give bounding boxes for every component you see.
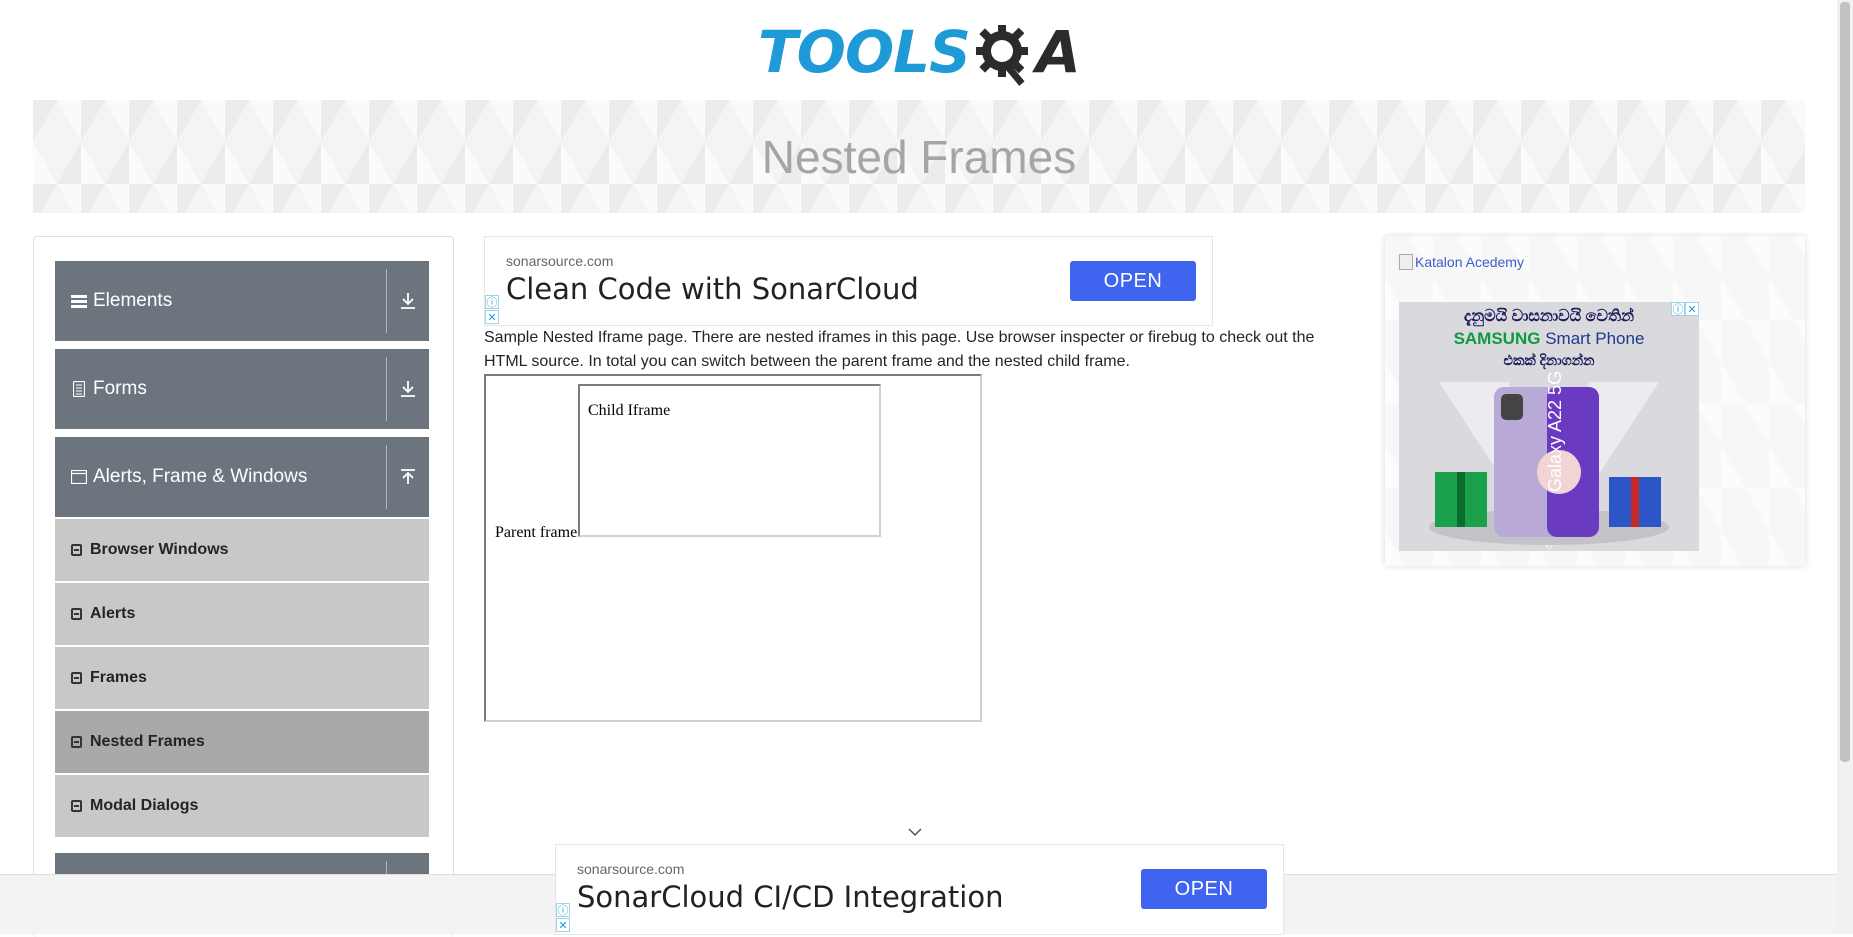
parent-iframe[interactable]: Parent frame Child Iframe [484,374,982,722]
chevron-down-icon[interactable] [908,824,922,840]
sidebar-group-forms[interactable]: Forms [55,349,429,429]
scrollbar-thumb[interactable] [1840,2,1850,762]
list-icon [71,293,87,309]
sidebar-item-label: Modal Dialogs [90,797,199,814]
parent-frame-label: Parent frame [495,524,578,541]
ad-info-icon[interactable]: ⓘ [556,903,570,917]
html5-icon [71,544,82,556]
ad-banner-top[interactable]: sonarsource.com Clean Code with SonarClo… [484,236,1213,326]
logo-text-qa: A [1035,18,1081,86]
child-frame-label: Child Iframe [588,402,671,419]
ad-domain: sonarsource.com [506,253,614,269]
sidebar-group-alerts-frame-windows[interactable]: Alerts, Frame & Windows [55,437,429,517]
ad-banner-bottom[interactable]: sonarsource.com SonarCloud CI/CD Integra… [555,844,1284,935]
ad-info-icon[interactable]: ⓘ [485,295,499,309]
sidebar-item-label: Browser Windows [90,541,229,558]
samsung-phone-label: Galaxy A22 5G [1545,371,1565,492]
page-title: Nested Frames [761,130,1077,183]
download-arrow-icon[interactable] [387,261,429,341]
sidebar-item-label: Nested Frames [90,733,205,750]
sidebar-item-alerts[interactable]: Alerts [55,583,429,645]
document-icon [71,381,87,397]
samsung-ad[interactable]: දැනුමයි වාසනාවයි වෙතින් SAMSUNG Smart Ph… [1399,302,1699,551]
katalon-ad-alt: Katalon Acedemy [1415,254,1524,270]
html5-icon [71,608,82,620]
gear-magnifier-icon [972,21,1034,86]
ad-close-icon[interactable]: ✕ [1685,302,1699,316]
sidebar-item-label: Frames [90,669,147,686]
scrollbar[interactable] [1837,0,1853,933]
sidebar-item-nested-frames[interactable]: Nested Frames [55,711,429,773]
ad-close-icon[interactable]: ✕ [556,918,570,932]
sidebar-item-frames[interactable]: Frames [55,647,429,709]
ad-domain: sonarsource.com [577,861,685,877]
sidebar-group-label: Alerts, Frame & Windows [93,466,308,487]
ad-open-button[interactable]: OPEN [1141,869,1267,909]
ad-sidebar-right: Katalon Acedemy දැනුමයි වාසනාවයි වෙතින් … [1385,236,1805,566]
ad-info-icon[interactable]: ⓘ [1671,302,1685,316]
sidebar-group-label: Forms [93,378,147,399]
ad-title[interactable]: Clean Code with SonarCloud [506,272,919,306]
sidebar-item-label: Alerts [90,605,136,622]
samsung-ad-graphic: Galaxy A22 5G [1429,371,1669,551]
child-iframe[interactable]: Child Iframe [578,384,881,537]
toolsqa-logo[interactable]: TOOLS A [758,14,1081,90]
download-arrow-icon[interactable] [387,349,429,429]
sidebar-group-elements[interactable]: Elements [55,261,429,341]
sidebar-group-label: Elements [93,290,173,311]
html5-icon [71,800,82,812]
broken-image-icon [1399,254,1413,270]
upload-arrow-icon[interactable] [387,437,429,517]
ad-open-button[interactable]: OPEN [1070,261,1196,301]
html5-icon [71,672,82,684]
ad-title[interactable]: SonarCloud CI/CD Integration [577,880,1003,914]
sidebar: Elements Forms Alerts, Frame & Windows B… [33,236,454,937]
html5-icon [71,736,82,748]
katalon-ad-image[interactable]: Katalon Acedemy [1399,254,1524,270]
page-banner: Nested Frames [33,100,1805,213]
ad-close-icon[interactable]: ✕ [485,310,499,324]
page-description: Sample Nested Iframe page. There are nes… [484,329,1315,370]
window-icon [71,470,87,484]
sidebar-item-browser-windows[interactable]: Browser Windows [55,519,429,581]
sidebar-item-modal-dialogs[interactable]: Modal Dialogs [55,775,429,837]
logo-text-tools: TOOLS [758,18,971,86]
